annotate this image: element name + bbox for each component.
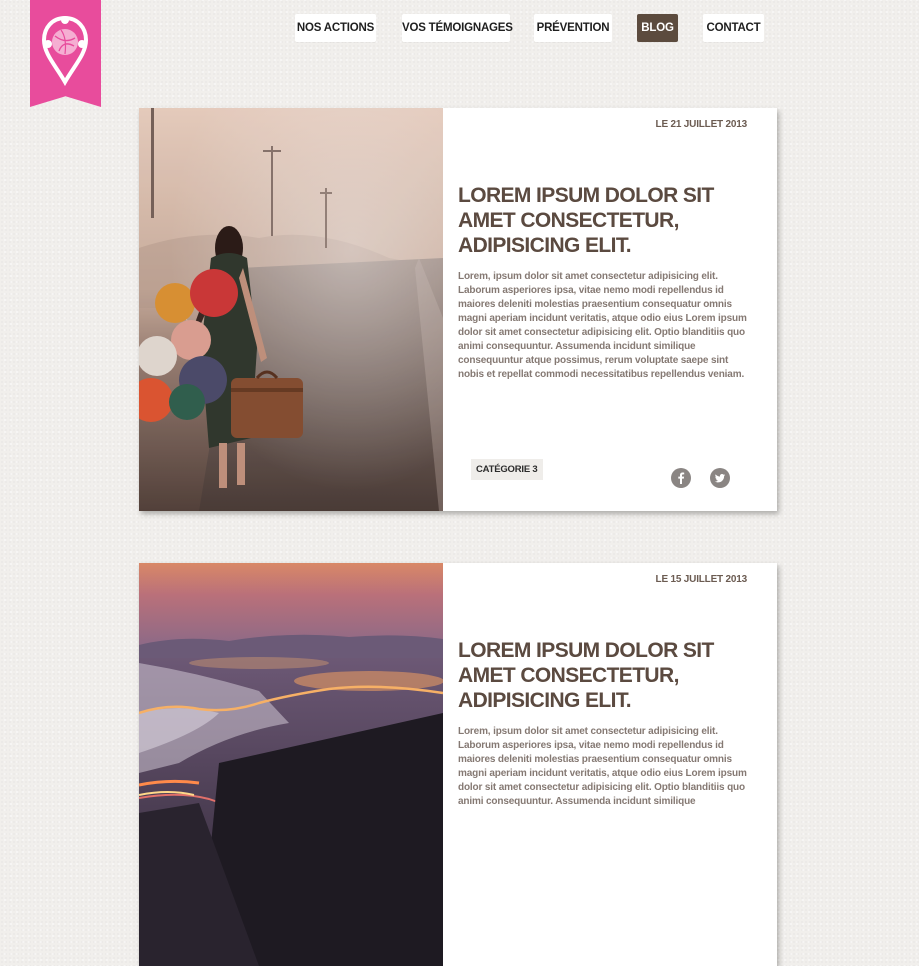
nav-item-nos-actions[interactable]: NOS ACTIONS <box>295 14 376 42</box>
post-date: LE 21 JUILLET 2013 <box>655 119 748 130</box>
nav-item-blog[interactable]: BLOG <box>637 14 678 42</box>
blog-post-card: LE 21 JUILLET 2013 LOREM IPSUM DOLOR SIT… <box>139 108 777 511</box>
facebook-icon <box>678 472 685 484</box>
post-excerpt: Lorem, ipsum dolor sit amet consectetur … <box>458 271 747 380</box>
post-title[interactable]: LOREM IPSUM DOLOR SIT AMET CONSECTETUR, … <box>458 638 748 713</box>
post-image-valley[interactable] <box>139 563 443 966</box>
twitter-icon <box>714 474 726 483</box>
twitter-share-button[interactable] <box>710 468 730 488</box>
main-nav: NOS ACTIONS VOS TÉMOIGNAGES PRÉVENTION B… <box>0 14 919 42</box>
nav-item-vos-temoignages[interactable]: VOS TÉMOIGNAGES <box>402 14 513 42</box>
nav-item-prevention[interactable]: PRÉVENTION <box>534 14 612 42</box>
facebook-share-button[interactable] <box>671 468 691 488</box>
post-image-balloons[interactable] <box>139 108 443 511</box>
category-tag[interactable]: CATÉGORIE 3 <box>471 459 543 480</box>
valley-photo <box>139 563 443 966</box>
post-date: LE 15 JUILLET 2013 <box>655 574 748 585</box>
balloons-photo <box>139 108 443 511</box>
post-title[interactable]: LOREM IPSUM DOLOR SIT AMET CONSECTETUR, … <box>458 183 748 258</box>
post-excerpt: Lorem, ipsum dolor sit amet consectetur … <box>458 726 747 807</box>
nav-item-contact[interactable]: CONTACT <box>703 14 764 42</box>
blog-post-card: LE 15 JUILLET 2013 LOREM IPSUM DOLOR SIT… <box>139 563 777 966</box>
